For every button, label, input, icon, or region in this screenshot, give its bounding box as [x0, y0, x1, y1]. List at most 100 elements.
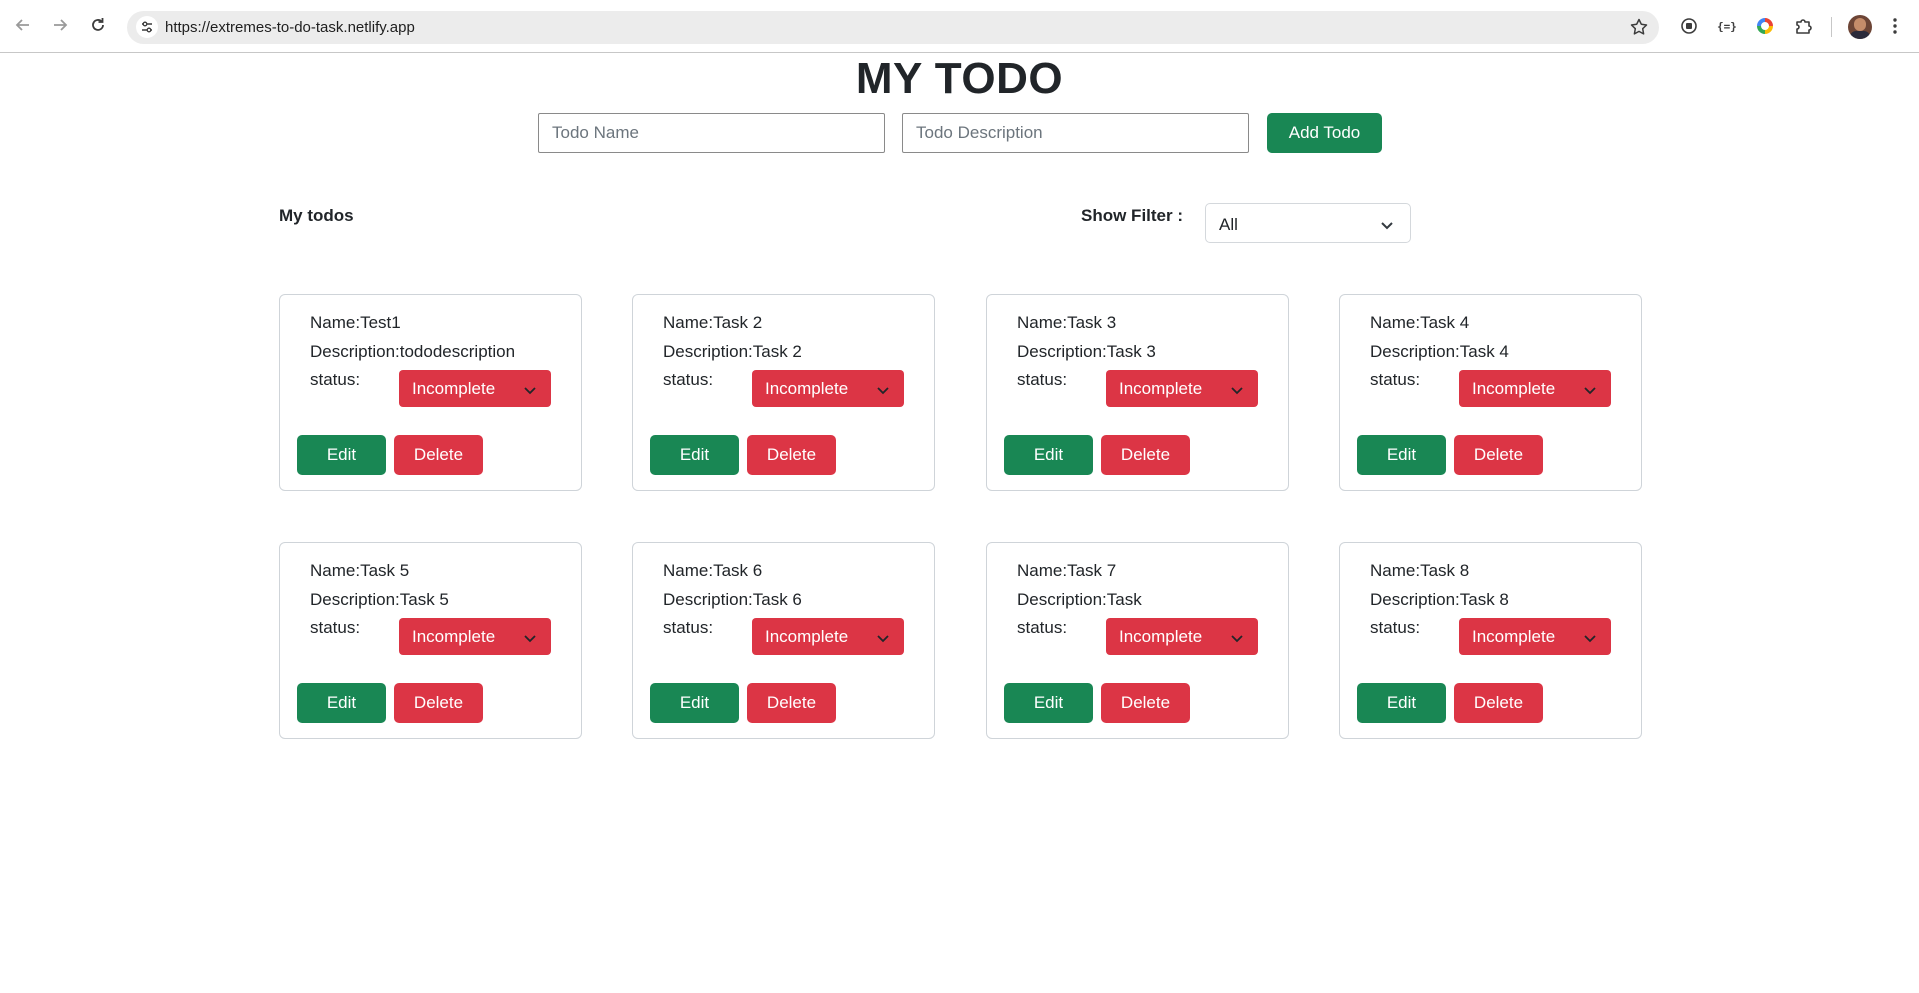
- todo-name-input[interactable]: [538, 113, 885, 153]
- add-todo-button[interactable]: Add Todo: [1267, 113, 1382, 153]
- svg-text:{=}: {=}: [1717, 20, 1737, 33]
- record-icon[interactable]: [1678, 15, 1700, 37]
- todo-card: Name:Task 3 Description:Task 3 status: I…: [986, 294, 1289, 491]
- todo-card: Name:Task 7 Description:Task status: Inc…: [986, 542, 1289, 739]
- address-bar[interactable]: https://extremes-to-do-task.netlify.app: [127, 11, 1659, 44]
- chevron-down-icon: [1380, 218, 1394, 236]
- more-vertical-icon[interactable]: [1892, 17, 1898, 40]
- status-select[interactable]: Incomplete: [1459, 370, 1611, 407]
- arrow-left-icon: [15, 19, 29, 31]
- todo-description: Description:Task 6: [663, 590, 802, 609]
- chevron-down-icon: [1583, 383, 1597, 401]
- edit-button[interactable]: Edit: [1004, 435, 1093, 475]
- delete-button[interactable]: Delete: [394, 435, 483, 475]
- todo-name: Name:Task 7: [1017, 561, 1117, 580]
- filter-value: All: [1219, 215, 1238, 234]
- status-value: Incomplete: [1119, 627, 1203, 646]
- star-icon[interactable]: [1629, 17, 1649, 42]
- todo-card: Name:Test1 Description:tododescription s…: [279, 294, 582, 491]
- todo-name: Name:Test1: [310, 313, 401, 332]
- status-label: status:: [1370, 370, 1421, 389]
- edit-button[interactable]: Edit: [650, 435, 739, 475]
- code-braces-icon[interactable]: {=}: [1716, 15, 1738, 37]
- todo-description-input[interactable]: [902, 113, 1249, 153]
- status-label: status:: [663, 618, 714, 637]
- status-value: Incomplete: [1472, 379, 1556, 398]
- todo-description: Description:Task 2: [663, 342, 802, 361]
- reload-button[interactable]: [87, 14, 109, 36]
- todo-name: Name:Task 2: [663, 313, 763, 332]
- todo-description: Description:Task 4: [1370, 342, 1509, 361]
- chevron-down-icon: [523, 631, 537, 649]
- status-select[interactable]: Incomplete: [399, 618, 551, 655]
- todo-name: Name:Task 3: [1017, 313, 1117, 332]
- chevron-down-icon: [876, 631, 890, 649]
- status-value: Incomplete: [412, 379, 496, 398]
- status-select[interactable]: Incomplete: [1106, 370, 1258, 407]
- delete-button[interactable]: Delete: [747, 435, 836, 475]
- status-select[interactable]: Incomplete: [752, 370, 904, 407]
- todo-name: Name:Task 6: [663, 561, 763, 580]
- status-label: status:: [1017, 618, 1068, 637]
- status-select[interactable]: Incomplete: [1106, 618, 1258, 655]
- delete-button[interactable]: Delete: [1101, 435, 1190, 475]
- todo-card: Name:Task 6 Description:Task 6 status: I…: [632, 542, 935, 739]
- avatar[interactable]: [1848, 15, 1872, 39]
- status-value: Incomplete: [765, 379, 849, 398]
- status-value: Incomplete: [412, 627, 496, 646]
- reload-icon: [92, 18, 104, 31]
- forward-button[interactable]: [49, 14, 71, 36]
- status-label: status:: [310, 370, 361, 389]
- edit-button[interactable]: Edit: [1357, 683, 1446, 723]
- status-select[interactable]: Incomplete: [399, 370, 551, 407]
- filter-label: Show Filter :: [1081, 206, 1183, 225]
- todo-description: Description:Task 3: [1017, 342, 1156, 361]
- puzzle-icon[interactable]: [1792, 15, 1814, 37]
- status-value: Incomplete: [765, 627, 849, 646]
- chevron-down-icon: [523, 383, 537, 401]
- delete-button[interactable]: Delete: [1454, 435, 1543, 475]
- url-text[interactable]: https://extremes-to-do-task.netlify.app: [165, 19, 415, 36]
- toolbar-divider: [1831, 17, 1832, 37]
- delete-button[interactable]: Delete: [747, 683, 836, 723]
- chevron-down-icon: [1230, 383, 1244, 401]
- delete-button[interactable]: Delete: [1454, 683, 1543, 723]
- tune-icon[interactable]: [136, 16, 158, 38]
- todo-description: Description:Task 5: [310, 590, 449, 609]
- status-label: status:: [310, 618, 361, 637]
- todo-name: Name:Task 8: [1370, 561, 1470, 580]
- status-value: Incomplete: [1119, 379, 1203, 398]
- todo-name: Name:Task 5: [310, 561, 410, 580]
- arrow-right-icon: [54, 19, 68, 31]
- todo-name: Name:Task 4: [1370, 313, 1470, 332]
- todo-card: Name:Task 8 Description:Task 8 status: I…: [1339, 542, 1642, 739]
- page-title: MY TODO: [855, 54, 1064, 103]
- my-todos-heading: My todos: [279, 206, 354, 225]
- color-ring-icon[interactable]: [1754, 15, 1776, 37]
- todo-description: Description:tododescription: [310, 342, 516, 361]
- chevron-down-icon: [876, 383, 890, 401]
- status-label: status:: [1017, 370, 1068, 389]
- todo-card: Name:Task 4 Description:Task 4 status: I…: [1339, 294, 1642, 491]
- status-value: Incomplete: [1472, 627, 1556, 646]
- back-button[interactable]: [12, 14, 34, 36]
- browser-toolbar: https://extremes-to-do-task.netlify.app …: [0, 0, 1919, 53]
- status-label: status:: [663, 370, 714, 389]
- edit-button[interactable]: Edit: [297, 683, 386, 723]
- edit-button[interactable]: Edit: [650, 683, 739, 723]
- delete-button[interactable]: Delete: [1101, 683, 1190, 723]
- status-label: status:: [1370, 618, 1421, 637]
- todo-card: Name:Task 5 Description:Task 5 status: I…: [279, 542, 582, 739]
- todo-description: Description:Task 8: [1370, 590, 1509, 609]
- todo-card: Name:Task 2 Description:Task 2 status: I…: [632, 294, 935, 491]
- status-filter-select[interactable]: All: [1205, 203, 1411, 243]
- chevron-down-icon: [1230, 631, 1244, 649]
- todo-description: Description:Task: [1017, 590, 1142, 609]
- status-select[interactable]: Incomplete: [752, 618, 904, 655]
- chevron-down-icon: [1583, 631, 1597, 649]
- edit-button[interactable]: Edit: [1357, 435, 1446, 475]
- edit-button[interactable]: Edit: [297, 435, 386, 475]
- delete-button[interactable]: Delete: [394, 683, 483, 723]
- edit-button[interactable]: Edit: [1004, 683, 1093, 723]
- status-select[interactable]: Incomplete: [1459, 618, 1611, 655]
